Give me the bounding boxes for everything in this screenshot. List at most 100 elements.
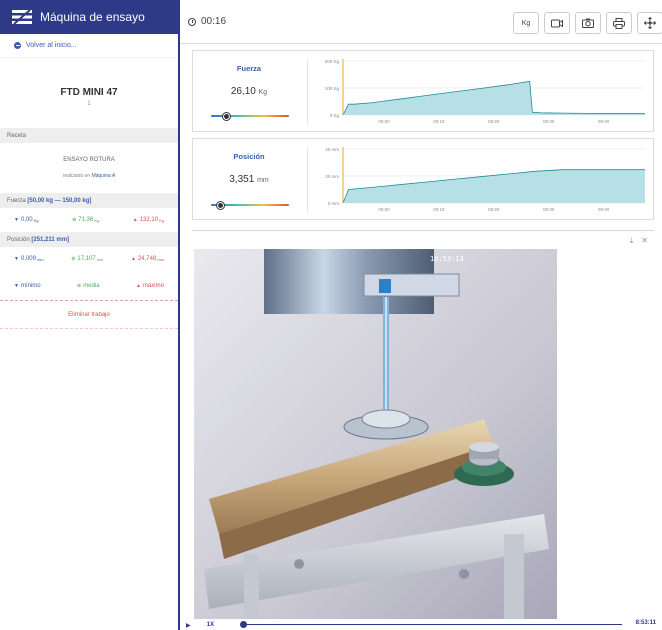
position-panel: Posición 3,351 mm 40 mm 20 mm 0 mm 00:00 00:… [192, 138, 654, 220]
stats-legend: ▼ mínimo ⊗ media ▲ máximo [0, 271, 178, 301]
back-icon [14, 42, 21, 49]
position-max-value: 24,748 [137, 256, 157, 262]
force-max-value: 132,10 [139, 217, 159, 223]
recipe-body: ENSAYO ROTURA realizado en Máquina A [0, 143, 178, 193]
sidebar: Máquina de ensayo Volver al inicio... FT… [0, 0, 180, 630]
position-max: ▲ 24,748 mm [131, 256, 164, 262]
printer-icon [613, 17, 625, 29]
app-title: Máquina de ensayo [40, 10, 145, 24]
print-button[interactable] [606, 12, 632, 34]
toolbar: 00:16 Kg [180, 0, 662, 44]
caret-up-icon: ▲ [136, 282, 141, 289]
position-max-unit: mm [157, 256, 164, 262]
legend-min: ▼ mínimo [14, 283, 41, 289]
x-tick-label: 00:00 [378, 119, 390, 124]
force-gauge-knob[interactable] [223, 112, 231, 120]
force-min-unit: Kg [33, 217, 39, 223]
position-current-value: 3,351 mm [193, 174, 305, 185]
delete-job-button[interactable]: Eliminar trabajo [0, 301, 178, 329]
machine-info: FTD MINI 47 1 [0, 72, 178, 122]
video-camera-icon [551, 19, 563, 27]
legend-max-label: máximo [142, 282, 164, 289]
position-min-unit: mm [36, 256, 44, 262]
x-tick-label: 00:30 [543, 119, 555, 124]
force-avg: ⊗ 71,36 Kg [72, 217, 99, 223]
y-tick-label: 100 Kg [325, 86, 340, 91]
video-timestamp: 10:53:13 [430, 255, 464, 263]
record-video-button[interactable] [544, 12, 570, 34]
test-video[interactable]: 10:53:13 [194, 249, 557, 619]
position-chart: 40 mm20 mm0 mm00:0000:1000:2000:3000:400… [325, 147, 645, 212]
force-max-unit: Kg [159, 217, 164, 223]
force-stats-row: ▼ 0,00 Kg ⊗ 71,36 Kg ▲ 132,10 Kg [0, 208, 178, 232]
video-progress-track[interactable] [242, 624, 622, 625]
elapsed-timer: 00:16 [188, 16, 226, 27]
x-tick-label: 00:00 [378, 207, 390, 212]
recipe-name: ENSAYO ROTURA [63, 157, 115, 163]
snapshot-button[interactable] [575, 12, 601, 34]
y-tick-label: 40 mm [325, 147, 339, 152]
panel-divider [307, 147, 308, 213]
video-progress-thumb[interactable] [240, 621, 247, 628]
position-avg: ⊗ 17,107 mm [71, 256, 103, 262]
caret-up-icon: ▲ [131, 256, 136, 262]
play-icon[interactable]: ▶ [186, 622, 191, 629]
position-gauge-knob[interactable] [216, 201, 224, 209]
position-avg-value: 17,107 [77, 256, 96, 262]
move-axis-icon [644, 17, 656, 29]
video-time: 8:53:11 [635, 620, 656, 626]
y-tick-label: 0 mm [328, 201, 340, 206]
video-controls: ▶ 1X 8:53:11 [180, 620, 662, 630]
video-frame [194, 249, 557, 619]
force-title: Fuerza [236, 64, 262, 73]
position-stats-range: [251,211 mm] [31, 236, 70, 243]
y-tick-label: 0 Kg [330, 113, 340, 118]
force-min-value: 0,00 [20, 217, 33, 223]
force-max: ▲ 132,10 Kg [133, 217, 164, 223]
x-tick-label: 00:10 [433, 119, 445, 124]
app-header: Máquina de ensayo [0, 0, 178, 34]
force-current-number: 26,10 [230, 86, 256, 97]
x-tick-label: 00:20 [488, 207, 500, 212]
position-stats-title: Posición [7, 236, 30, 243]
legend-min-label: mínimo [20, 282, 41, 289]
unit-button[interactable]: Kg [513, 12, 539, 34]
recipe-location: realizado en Máquina A [63, 173, 115, 179]
recipe-header: Receta [0, 128, 178, 143]
position-min-value: 0,009 [20, 256, 36, 262]
position-current-number: 3,351 [229, 174, 255, 185]
caret-down-icon: ▼ [14, 282, 19, 289]
y-tick-label: 200 Kg [325, 59, 340, 64]
close-icon[interactable]: ✕ [641, 236, 648, 246]
video-tools: ⤓ ✕ [630, 236, 648, 246]
average-icon: ⊗ [72, 217, 77, 223]
recipe-location-prefix: realizado en [62, 173, 91, 179]
elapsed-time: 00:16 [201, 16, 227, 27]
move-button[interactable] [637, 12, 662, 34]
position-stats-row: ▼ 0,009 mm ⊗ 17,107 mm ▲ 24,748 mm [0, 247, 178, 271]
x-tick-label: 00:40 [598, 207, 610, 212]
force-stats-header: Fuerza [50,00 kg — 150,00 kg] [0, 193, 178, 208]
force-current-value: 26,10 Kg [193, 86, 305, 97]
back-link[interactable]: Volver al inicio... [0, 34, 178, 58]
force-current-unit: Kg [258, 89, 268, 96]
average-icon: ⊗ [71, 256, 76, 262]
playback-speed[interactable]: 1X [207, 622, 214, 628]
legend-avg: ⊗ media [77, 283, 100, 289]
x-tick-label: 00:10 [433, 207, 445, 212]
force-min: ▼ 0,00 Kg [14, 217, 39, 223]
x-tick-label: 00:20 [488, 119, 500, 124]
position-title: Posición [233, 152, 265, 161]
machine-number: 1 [87, 101, 91, 107]
recipe-machine-link[interactable]: Máquina A [91, 173, 115, 179]
app-logo-icon [12, 9, 32, 25]
video-panel: ⤓ ✕ 10:53:13 [192, 230, 654, 630]
force-avg-value: 71,36 [78, 217, 94, 223]
machine-name: FTD MINI 47 [60, 87, 118, 98]
back-link-label: Volver al inicio... [26, 42, 77, 49]
position-min: ▼ 0,009 mm [14, 256, 44, 262]
average-icon: ⊗ [77, 282, 82, 289]
x-tick-label: 00:40 [598, 119, 610, 124]
download-icon[interactable]: ⤓ [630, 236, 634, 246]
legend-max: ▲ máximo [136, 283, 164, 289]
